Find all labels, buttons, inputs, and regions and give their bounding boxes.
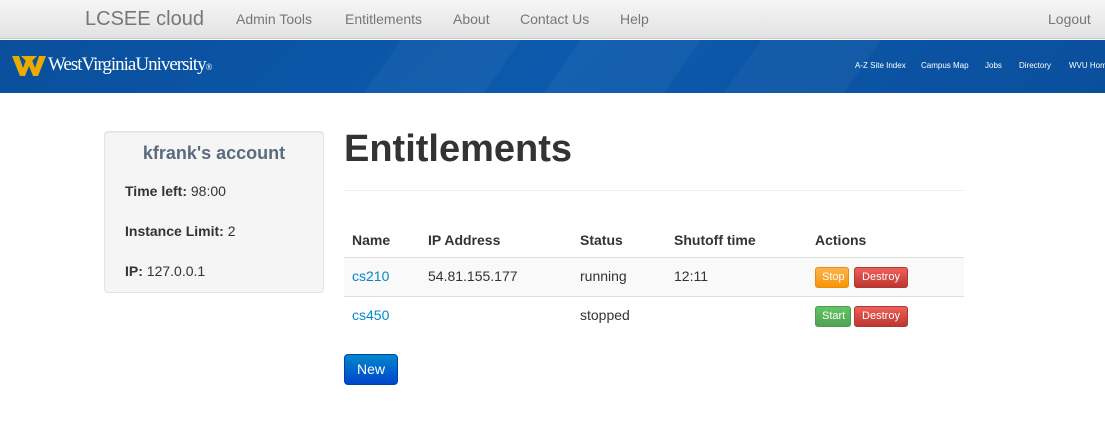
account-title: kfrank's account — [142, 143, 286, 163]
title-divider — [344, 190, 964, 191]
column-header-shutoff-time: Shutoff time — [674, 232, 756, 248]
destroy-button[interactable]: Destroy — [854, 306, 908, 327]
top-navbar: LCSEE cloud Admin Tools Entitlements Abo… — [0, 0, 1105, 39]
start-button[interactable]: Start — [815, 306, 851, 327]
nav-admin-tools[interactable]: Admin Tools — [236, 11, 312, 27]
ip-row: IP: 127.0.0.1 — [125, 263, 205, 279]
table-row: cs210 54.81.155.177 running 12:11 Stop D… — [344, 257, 964, 297]
ip-value: 127.0.0.1 — [146, 263, 206, 279]
link-a-z-site-index[interactable]: A-Z Site Index — [855, 61, 906, 70]
instance-ip: 54.81.155.177 — [428, 268, 518, 284]
university-name-text: WestVirginiaUniversity — [48, 54, 207, 75]
nav-contact-us[interactable]: Contact Us — [520, 11, 589, 27]
time-left-label: Time left: — [125, 183, 187, 199]
banner-decoration — [351, 40, 529, 93]
link-wvu-home[interactable]: WVU Hom — [1069, 61, 1105, 70]
brand-link[interactable]: LCSEE cloud — [85, 8, 204, 31]
instance-limit-value: 2 — [227, 223, 236, 239]
page-title: Entitlements — [344, 128, 573, 170]
time-left-row: Time left: 98:00 — [125, 183, 226, 199]
column-header-name: Name — [352, 232, 391, 248]
nav-about[interactable]: About — [453, 11, 490, 27]
column-header-actions: Actions — [815, 232, 867, 248]
nav-help[interactable]: Help — [620, 11, 649, 27]
instance-name-link[interactable]: cs450 — [352, 307, 389, 323]
instance-limit-row: Instance Limit: 2 — [125, 223, 235, 239]
logout-link[interactable]: Logout — [1048, 11, 1091, 27]
table-row: cs450 stopped Start Destroy — [344, 296, 964, 336]
destroy-button[interactable]: Destroy — [854, 267, 908, 288]
ip-label: IP: — [125, 263, 143, 279]
account-panel: kfrank's account Time left: 98:00 Instan… — [104, 131, 324, 293]
instance-name-link[interactable]: cs210 — [352, 268, 389, 284]
link-campus-map[interactable]: Campus Map — [921, 61, 969, 70]
new-instance-button[interactable]: New — [344, 354, 398, 385]
registered-mark: ® — [205, 62, 213, 72]
banner-decoration — [531, 40, 709, 93]
instance-limit-label: Instance Limit: — [125, 223, 224, 239]
column-header-status: Status — [580, 232, 623, 248]
stop-button[interactable]: Stop — [815, 267, 849, 288]
wvu-logo-icon[interactable] — [12, 53, 46, 79]
university-name[interactable]: WestVirginiaUniversity® — [48, 54, 212, 76]
instance-status: stopped — [580, 307, 630, 323]
time-left-value: 98:00 — [190, 183, 226, 199]
instance-status: running — [580, 268, 627, 284]
instance-shutoff-time: 12:11 — [674, 268, 708, 284]
link-jobs[interactable]: Jobs — [985, 61, 1002, 70]
nav-entitlements[interactable]: Entitlements — [345, 11, 422, 27]
link-directory[interactable]: Directory — [1019, 61, 1051, 70]
column-header-ip-address: IP Address — [428, 232, 501, 248]
